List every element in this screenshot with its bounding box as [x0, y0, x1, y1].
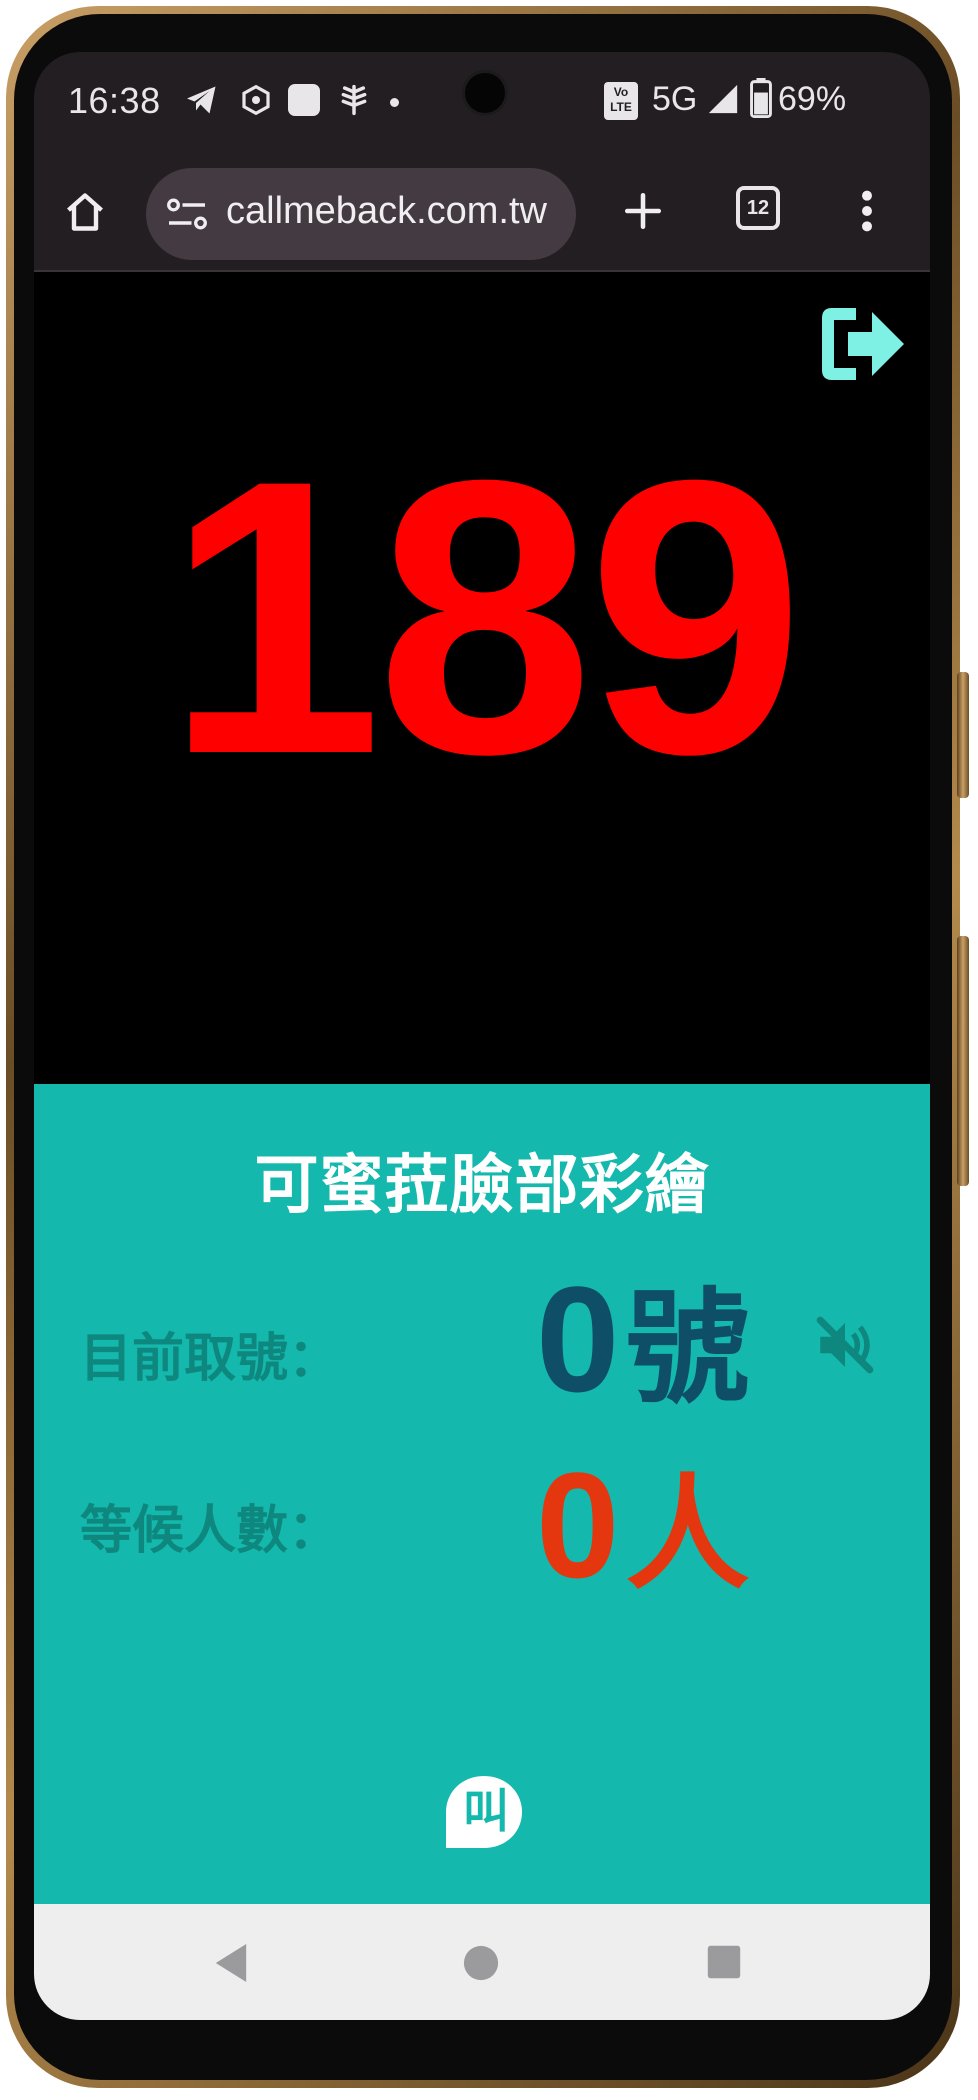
- site-settings-icon[interactable]: [166, 196, 208, 232]
- now-serving-display: 189: [34, 272, 930, 1084]
- hexagon-app-icon: [242, 84, 270, 116]
- current-number: 0: [536, 1255, 620, 1423]
- logout-icon[interactable]: [812, 296, 908, 392]
- status-bar: 16:38 Vo LTE 5G 69%: [34, 52, 930, 152]
- notification-dot-icon: [390, 98, 399, 107]
- back-icon[interactable]: [212, 1942, 250, 1984]
- system-navigation-bar: [34, 1904, 930, 2020]
- volte-label: Vo LTE: [610, 85, 632, 114]
- now-serving-number: 189: [165, 399, 805, 835]
- waiting-count-unit: 人: [625, 1463, 750, 1607]
- network-type: 5G: [652, 80, 698, 118]
- logo-character: 叫: [463, 1784, 509, 1838]
- leaf-app-icon: [341, 84, 367, 116]
- url-text[interactable]: callmeback.com.tw: [226, 190, 566, 233]
- app-square-icon: [288, 84, 320, 116]
- telegram-icon: [187, 86, 216, 114]
- waiting-count-value: 0人: [536, 1450, 749, 1600]
- home-icon[interactable]: [62, 190, 108, 234]
- volte-icon: Vo LTE: [604, 82, 638, 120]
- sound-off-icon[interactable]: [810, 1312, 880, 1378]
- signal-icon: [708, 84, 738, 114]
- phone-screen: 16:38 Vo LTE 5G 69% callmeback.com.tw 12…: [34, 52, 930, 2020]
- current-number-label: 目前取號：: [80, 1329, 341, 1389]
- queue-info-panel: 可蜜菈臉部彩繪 目前取號： 0號 等候人數： 0人 叫: [34, 1084, 930, 1904]
- tab-count: 12: [746, 197, 770, 219]
- shop-name: 可蜜菈臉部彩繪: [254, 1149, 710, 1223]
- waiting-count: 0: [536, 1441, 620, 1609]
- tab-switcher-button[interactable]: 12: [736, 186, 780, 230]
- waiting-count-label: 等候人數：: [80, 1501, 341, 1561]
- browser-toolbar: callmeback.com.tw 12: [34, 152, 930, 272]
- front-camera: [462, 70, 508, 116]
- more-menu-icon[interactable]: [860, 188, 874, 234]
- address-bar[interactable]: callmeback.com.tw: [146, 168, 576, 260]
- current-number-value: 0號: [536, 1264, 749, 1414]
- volume-button: [957, 672, 969, 798]
- battery-percent: 69%: [778, 80, 847, 118]
- power-button: [957, 936, 969, 1186]
- recents-icon[interactable]: [706, 1944, 742, 1980]
- new-tab-icon[interactable]: [622, 190, 664, 232]
- battery-icon: [750, 78, 772, 118]
- home-nav-icon[interactable]: [462, 1944, 500, 1982]
- status-time: 16:38: [68, 80, 161, 121]
- current-number-unit: 號: [625, 1277, 750, 1421]
